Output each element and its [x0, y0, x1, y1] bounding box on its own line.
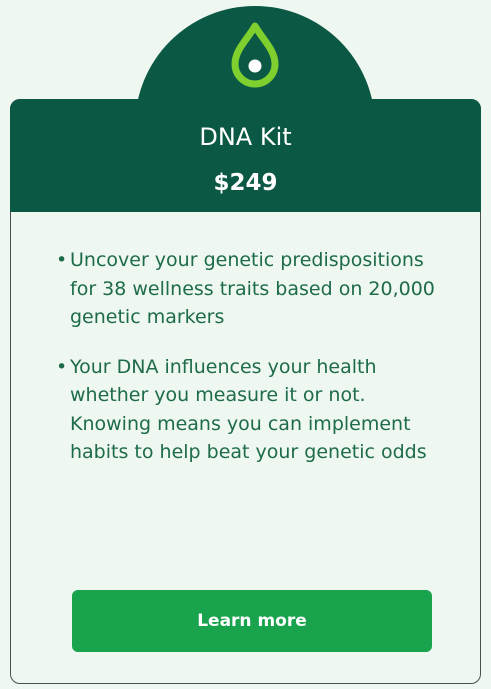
learn-more-button[interactable]: Learn more	[72, 590, 432, 652]
droplet-logo-icon	[231, 22, 279, 88]
feature-list: • Uncover your genetic predispositions f…	[56, 246, 451, 488]
feature-item: • Uncover your genetic predispositions f…	[56, 246, 451, 332]
bullet: •	[56, 249, 68, 271]
product-title: DNA Kit	[199, 123, 292, 151]
feature-text: Your DNA influences your health whether …	[70, 355, 427, 464]
bullet: •	[56, 355, 68, 378]
feature-item: • Your DNA influences your health whethe…	[56, 353, 451, 467]
feature-text: Uncover your genetic predispositions for…	[70, 249, 435, 328]
product-price: $249	[213, 170, 278, 196]
